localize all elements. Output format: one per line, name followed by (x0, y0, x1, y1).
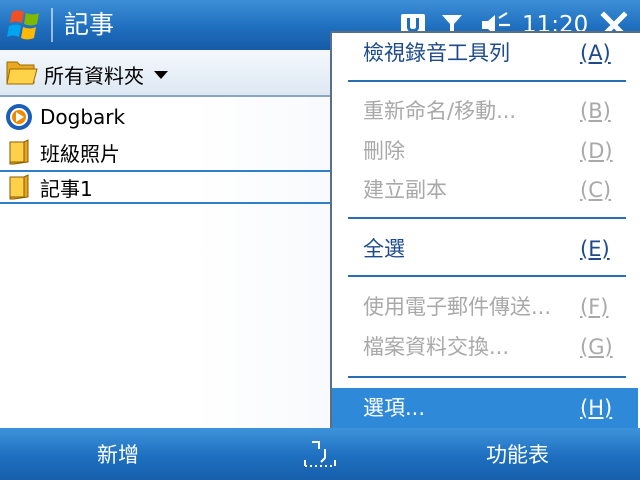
keyboard-icon[interactable] (302, 438, 338, 470)
menu-item-view-recording-toolbar[interactable]: 檢視錄音工具列 (A) (332, 35, 638, 71)
menu-item-send-email[interactable]: 使用電子郵件傳送... (F) (332, 289, 638, 325)
menu-item-copy[interactable]: 建立副本 (C) (332, 172, 638, 208)
menu-item-label: 刪除 (363, 139, 405, 163)
menu-item-beam-file[interactable]: 檔案資料交換... (G) (332, 329, 638, 365)
app-title: 記事 (64, 10, 115, 39)
softkey-menu[interactable]: 功能表 (486, 441, 549, 469)
menu-divider (348, 275, 626, 277)
menu-divider (348, 376, 626, 378)
menu-item-label: 使用電子郵件傳送... (363, 295, 552, 319)
menu-item-label: 全選 (363, 237, 405, 261)
menu-item-label: 檢視錄音工具列 (363, 41, 510, 65)
softkey-new[interactable]: 新增 (97, 441, 139, 469)
chevron-down-icon (154, 65, 168, 84)
menu-item-shortcut: (C) (580, 178, 612, 202)
menu-item-shortcut: (D) (580, 139, 613, 163)
menu-divider (348, 217, 626, 219)
menu-item-options[interactable]: 選項... (H) (332, 388, 638, 428)
folder-icon (5, 138, 33, 166)
softkey-bar: 新增 功能表 (0, 428, 640, 480)
title-separator (51, 8, 53, 42)
menu-item-label: 檔案資料交換... (363, 335, 510, 359)
folder-label: 所有資料夾 (44, 63, 144, 88)
menu-item-rename-move[interactable]: 重新命名/移動... (B) (332, 93, 638, 129)
menu-item-shortcut: (A) (580, 41, 611, 65)
menu-divider (348, 80, 626, 82)
media-icon (5, 103, 33, 131)
folder-dropdown[interactable]: 所有資料夾 (6, 56, 168, 92)
menu-item-label: 重新命名/移動... (363, 99, 517, 123)
menu-item-select-all[interactable]: 全選 (E) (332, 231, 638, 267)
file-name: 班級照片 (40, 141, 120, 166)
file-name: 記事1 (40, 176, 93, 201)
menu-item-shortcut: (E) (580, 237, 610, 261)
menu-item-shortcut: (G) (580, 335, 613, 359)
menu-item-label: 選項... (363, 396, 426, 420)
menu-item-label: 建立副本 (363, 178, 447, 202)
folder-icon (5, 173, 33, 201)
menu-item-shortcut: (B) (580, 99, 611, 123)
context-menu: 檢視錄音工具列 (A) 重新命名/移動... (B) 刪除 (D) 建立副本 (… (330, 31, 640, 428)
menu-item-shortcut: (H) (580, 396, 613, 420)
windows-start-icon[interactable] (6, 6, 46, 44)
folder-open-icon (6, 57, 38, 91)
file-name: Dogbark (40, 105, 126, 129)
menu-item-delete[interactable]: 刪除 (D) (332, 133, 638, 169)
menu-item-shortcut: (F) (580, 295, 609, 319)
